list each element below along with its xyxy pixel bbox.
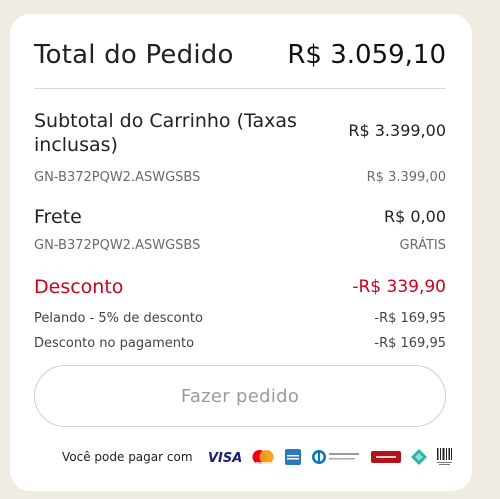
shipping-item-code: GN-B372PQW2.ASWGSBS xyxy=(34,238,201,253)
discount-item-value: -R$ 169,95 xyxy=(374,336,446,351)
discount-row: Desconto -R$ 339,90 xyxy=(34,276,446,298)
payment-label: Você pode pagar com xyxy=(62,450,193,464)
visa-icon: VISA xyxy=(207,450,241,464)
subtotal-item-value: R$ 3.399,00 xyxy=(366,170,446,185)
mastercard-icon xyxy=(251,449,275,465)
discount-item-row: Pelando - 5% de desconto -R$ 169,95 xyxy=(34,311,446,326)
total-row: Total do Pedido R$ 3.059,10 xyxy=(34,40,446,70)
elo-icon xyxy=(410,449,427,465)
discount-value: -R$ 339,90 xyxy=(352,277,446,297)
shipping-item-value: GRÁTIS xyxy=(399,238,447,253)
discount-item-row: Desconto no pagamento -R$ 169,95 xyxy=(34,336,446,351)
shipping-row: Frete R$ 0,00 xyxy=(34,205,446,229)
total-value: R$ 3.059,10 xyxy=(287,40,446,70)
total-label: Total do Pedido xyxy=(34,40,234,70)
hipercard-icon xyxy=(370,449,401,465)
diners-club-icon xyxy=(311,449,361,465)
place-order-button[interactable]: Fazer pedido xyxy=(34,365,446,427)
subtotal-item-row: GN-B372PQW2.ASWGSBS R$ 3.399,00 xyxy=(34,170,446,185)
subtotal-item-code: GN-B372PQW2.ASWGSBS xyxy=(34,170,201,185)
divider xyxy=(34,88,446,89)
shipping-item-row: GN-B372PQW2.ASWGSBS GRÁTIS xyxy=(34,238,446,253)
shipping-label: Frete xyxy=(34,206,82,228)
subtotal-row: Subtotal do Carrinho (Taxas inclusas) R$… xyxy=(34,109,446,157)
order-summary-card: Total do Pedido R$ 3.059,10 Subtotal do … xyxy=(10,14,472,491)
shipping-value: R$ 0,00 xyxy=(383,207,446,226)
subtotal-label: Subtotal do Carrinho (Taxas inclusas) xyxy=(34,110,297,156)
amex-icon xyxy=(284,449,301,465)
payment-methods: Você pode pagar com VISA xyxy=(62,448,453,466)
subtotal-value: R$ 3.399,00 xyxy=(348,121,446,140)
discount-item-label: Pelando - 5% de desconto xyxy=(34,311,203,326)
discount-label: Desconto xyxy=(34,276,124,298)
boleto-icon xyxy=(436,448,453,466)
discount-item-label: Desconto no pagamento xyxy=(34,336,195,351)
svg-text:VISA: VISA xyxy=(208,451,241,464)
discount-item-value: -R$ 169,95 xyxy=(374,311,446,326)
